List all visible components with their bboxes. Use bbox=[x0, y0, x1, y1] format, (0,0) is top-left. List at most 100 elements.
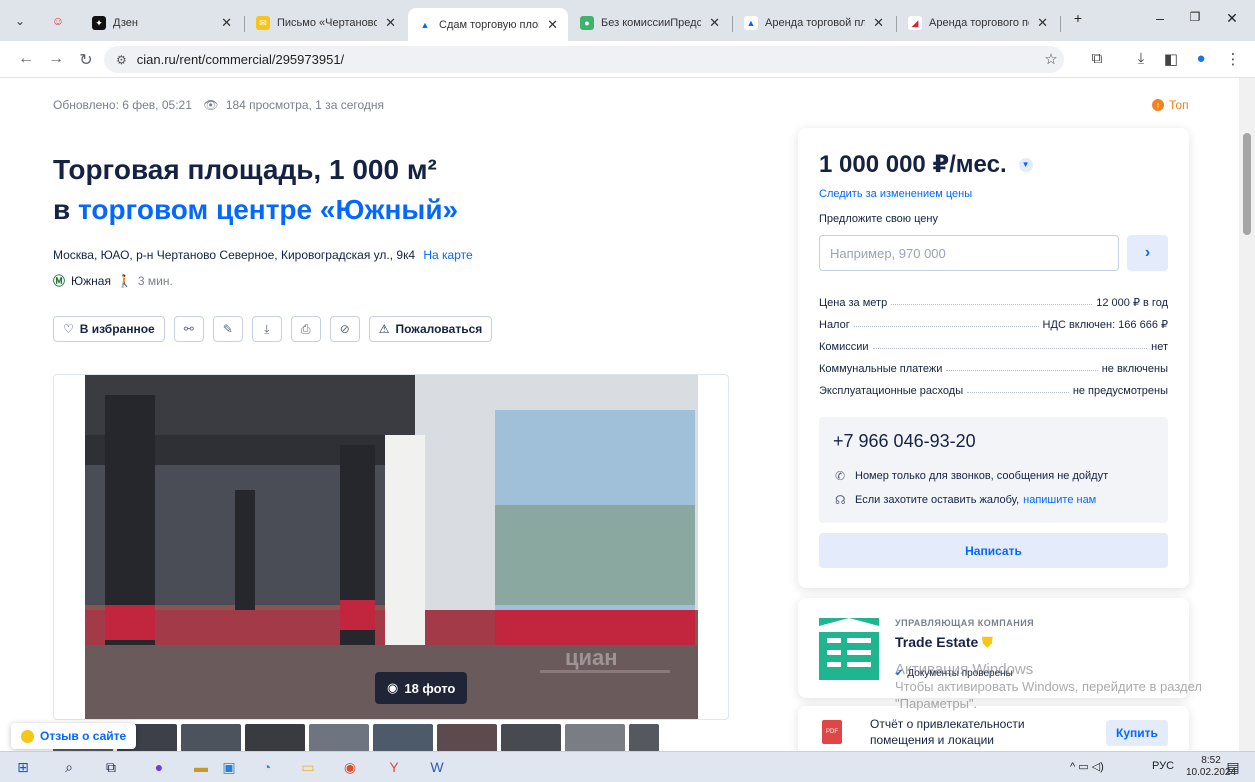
close-icon[interactable]: ✕ bbox=[547, 17, 558, 33]
cian-icon: ▲ bbox=[418, 17, 432, 32]
thumbnail[interactable] bbox=[181, 724, 241, 751]
map-link[interactable]: На карте bbox=[423, 248, 472, 262]
thumbnail-strip bbox=[53, 724, 659, 751]
share-button[interactable]: ⚯ bbox=[173, 316, 204, 342]
file-explorer-icon[interactable]: ▬ bbox=[190, 757, 212, 777]
windows-start-icon[interactable]: ⊞ bbox=[12, 757, 34, 777]
thumbnail[interactable] bbox=[309, 724, 369, 751]
watermark-text: циан bbox=[565, 645, 618, 670]
language-indicator[interactable]: РУС bbox=[1152, 760, 1174, 772]
windows-taskbar: ⊞ ⌕ ⧉ ● ▬ ▣ ◔ ▭ ◉ Y W ^ ▭ ◁) РУС 8:52 10… bbox=[0, 751, 1255, 782]
page-scrollbar[interactable] bbox=[1239, 78, 1255, 751]
download-icon[interactable]: ⤓ bbox=[1130, 50, 1152, 67]
notifications-icon[interactable]: ▤ bbox=[1222, 757, 1244, 777]
thumbnail[interactable] bbox=[629, 724, 659, 751]
word-icon[interactable]: W bbox=[426, 757, 448, 777]
store-icon[interactable]: ▣ bbox=[218, 757, 240, 777]
metro-icon: Ⓜ bbox=[53, 274, 66, 288]
phone-icon: ✆ bbox=[835, 469, 846, 483]
param-row: Налог НДС включен: 166 666 ₽ bbox=[819, 319, 1168, 331]
buy-button[interactable]: Купить bbox=[1106, 720, 1168, 746]
metro-station[interactable]: Южная bbox=[71, 274, 111, 288]
hide-button[interactable]: ⊘ bbox=[329, 316, 360, 342]
extensions-icon[interactable]: ⧉ bbox=[1086, 50, 1108, 67]
menu-icon[interactable]: ⋮ bbox=[1222, 50, 1244, 68]
hide-eye-icon: ⊘ bbox=[339, 322, 350, 336]
tab-mail[interactable]: ✉ Письмо «Чертаново ✕ bbox=[246, 8, 406, 38]
thumbnail[interactable] bbox=[565, 724, 625, 751]
profile-icon[interactable]: ● bbox=[1190, 50, 1212, 67]
thumbnail[interactable] bbox=[245, 724, 305, 751]
sidepanel-icon[interactable]: ◧ bbox=[1160, 50, 1182, 68]
shield-icon: ⛊ bbox=[982, 634, 993, 650]
scroll-thumb[interactable] bbox=[1243, 133, 1251, 235]
close-window-button[interactable]: ✕ bbox=[1222, 10, 1242, 27]
tab-rent-trade[interactable]: ▲ Аренда торговой пло ✕ bbox=[734, 8, 894, 38]
tab-search-icon[interactable]: ⌄ bbox=[8, 9, 32, 33]
edit-note-button[interactable]: ✎ bbox=[212, 316, 243, 342]
tab-rent-retail[interactable]: ◢ Аренда торгового по ✕ bbox=[898, 8, 1058, 38]
close-icon[interactable]: ✕ bbox=[873, 15, 884, 31]
windows-activation-watermark: Активация Windows Чтобы активировать Win… bbox=[895, 661, 1202, 711]
bookmark-star-icon[interactable]: ☆ bbox=[1040, 50, 1062, 68]
back-icon[interactable]: ← bbox=[16, 50, 36, 68]
walk-icon: 🚶 bbox=[116, 273, 132, 288]
tab-dzen[interactable]: ✦ Дзен ✕ bbox=[82, 8, 242, 38]
new-tab-button[interactable]: + bbox=[1068, 10, 1088, 26]
search-icon[interactable]: ⌕ bbox=[58, 757, 80, 777]
tab-cian-active[interactable]: ▲ Сдам торговую площ ✕ bbox=[408, 8, 568, 41]
dzen-icon: ✦ bbox=[92, 16, 106, 30]
price-params: Цена за метр 12 000 ₽ в год Налог НДС вклю… bbox=[819, 287, 1168, 397]
photo-count-button[interactable]: ◉ 18 фото bbox=[375, 672, 468, 704]
browser-tab-bar: ⌄ ☺ ✦ Дзен ✕ ✉ Письмо «Чертаново ✕ ▲ Сда… bbox=[0, 0, 1255, 41]
site-settings-icon[interactable]: ⚙ bbox=[116, 53, 127, 67]
close-icon[interactable]: ✕ bbox=[709, 15, 720, 31]
yandex-icon[interactable]: Y bbox=[383, 757, 405, 777]
colorful-icon: ● bbox=[580, 16, 594, 30]
print-button[interactable]: ⎙ bbox=[290, 316, 321, 342]
complaint-note: ☊ Если захотите оставить жалобу, напишит… bbox=[835, 493, 1097, 507]
favorite-button[interactable]: ♡ В избранное bbox=[53, 316, 165, 342]
heart-icon: ♡ bbox=[63, 322, 74, 336]
pencil-icon: ✎ bbox=[222, 322, 233, 336]
minimize-button[interactable]: – bbox=[1150, 10, 1170, 26]
thumbnail[interactable] bbox=[501, 724, 561, 751]
param-row: Эксплуатационные расходы не предусмотрены bbox=[819, 385, 1168, 397]
main-photo[interactable]: циан ◉ 18 фото bbox=[85, 375, 698, 719]
thumbnail[interactable] bbox=[373, 724, 433, 751]
company-logo[interactable] bbox=[819, 618, 879, 680]
edge-icon[interactable]: ◔ bbox=[256, 757, 278, 777]
write-button[interactable]: Написать bbox=[819, 533, 1168, 568]
offer-submit-button[interactable]: › bbox=[1127, 235, 1168, 271]
param-row: Комиссии нет bbox=[819, 341, 1168, 353]
pinned-tab-icon[interactable]: ☺ bbox=[46, 9, 70, 33]
reload-icon[interactable]: ↻ bbox=[76, 50, 96, 70]
close-icon[interactable]: ✕ bbox=[385, 15, 396, 31]
folder-icon[interactable]: ▭ bbox=[297, 757, 319, 777]
url-field[interactable]: ⚙ cian.ru/rent/commercial/295973951/ bbox=[104, 46, 1064, 73]
photo-gallery[interactable]: циан ◉ 18 фото bbox=[53, 374, 729, 720]
page-title: Торговая площадь, 1 000 м² bbox=[53, 154, 437, 185]
report-card: PDF Отчёт о привлекательности помещения … bbox=[798, 706, 1189, 751]
forward-icon[interactable]: → bbox=[46, 50, 66, 68]
close-icon[interactable]: ✕ bbox=[221, 15, 232, 31]
chrome-icon[interactable]: ◉ bbox=[339, 757, 361, 777]
download-button[interactable]: ⤓ bbox=[251, 316, 282, 342]
write-us-link[interactable]: напишите нам bbox=[1023, 494, 1096, 506]
feedback-button[interactable]: Отзыв о сайте bbox=[11, 723, 137, 749]
follow-price-link[interactable]: Следить за изменением цены bbox=[819, 188, 972, 200]
phone-number[interactable]: +7 966 046-93-20 bbox=[833, 431, 976, 452]
alice-icon[interactable]: ● bbox=[148, 757, 170, 777]
offer-price-input[interactable] bbox=[819, 235, 1119, 271]
restore-button[interactable]: ❐ bbox=[1185, 10, 1205, 24]
thumbnail[interactable] bbox=[437, 724, 497, 751]
tray-icons[interactable]: ^ ▭ ◁) bbox=[1070, 760, 1104, 773]
close-icon[interactable]: ✕ bbox=[1037, 15, 1048, 31]
chevron-down-icon[interactable]: ▼ bbox=[1018, 157, 1033, 172]
complain-button[interactable]: ⚠ Пожаловаться bbox=[368, 316, 493, 342]
task-view-icon[interactable]: ⧉ bbox=[100, 757, 122, 777]
company-name[interactable]: Trade Estate ⛊ bbox=[895, 634, 993, 651]
mall-link[interactable]: торговом центре «Южный» bbox=[78, 194, 458, 225]
address-bar: ← → ↻ ⚙ cian.ru/rent/commercial/29597395… bbox=[0, 41, 1255, 78]
tab-no-commission[interactable]: ● Без комиссииПредст ✕ bbox=[570, 8, 730, 38]
